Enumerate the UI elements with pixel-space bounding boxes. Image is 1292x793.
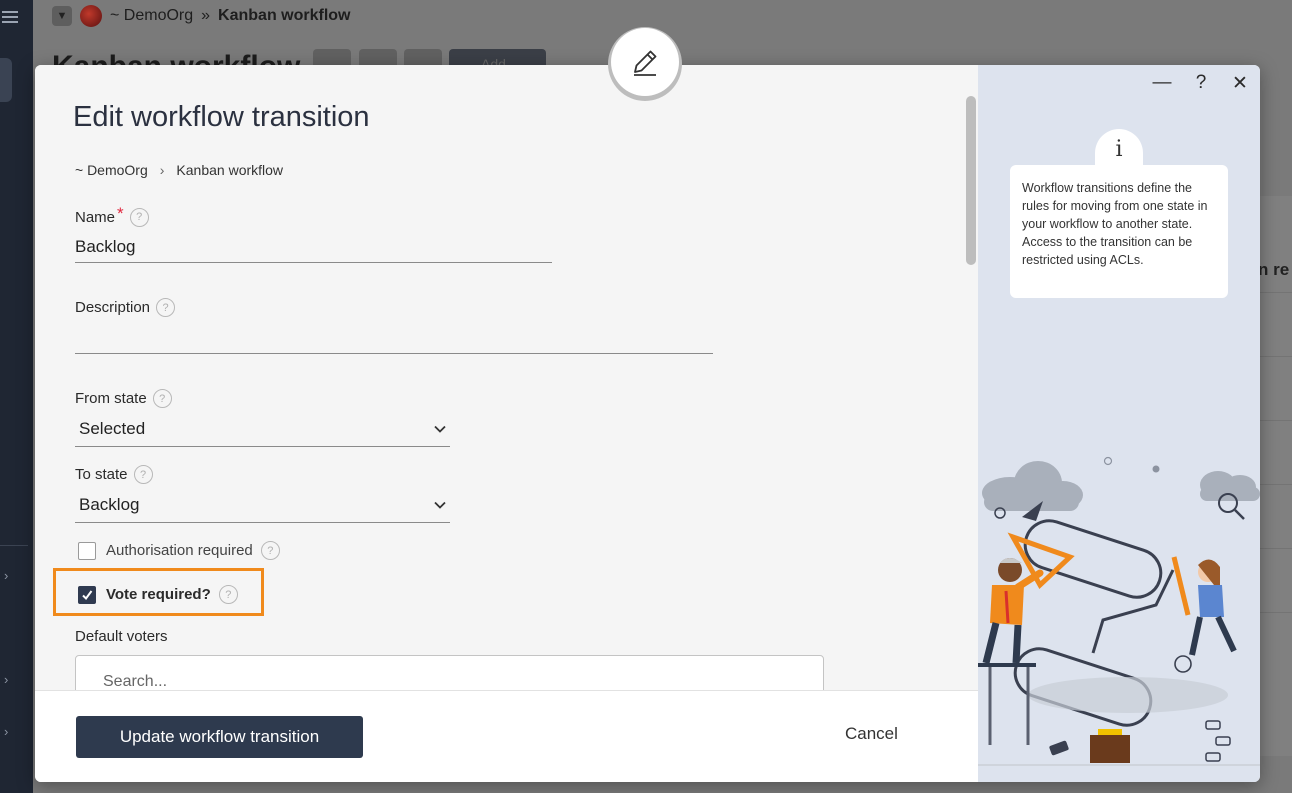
dialog-title: Edit workflow transition bbox=[73, 101, 370, 133]
from-state-value: Selected bbox=[79, 419, 146, 438]
sidebar-active-item[interactable] bbox=[0, 58, 12, 102]
help-icon[interactable]: ? bbox=[156, 298, 176, 317]
chevron-right-icon[interactable]: › bbox=[4, 724, 8, 739]
description-input[interactable] bbox=[75, 323, 713, 354]
workflow-illustration bbox=[978, 456, 1260, 766]
breadcrumb-org[interactable]: ~ DemoOrg bbox=[110, 7, 193, 25]
name-input[interactable] bbox=[75, 232, 552, 263]
help-icon[interactable]: ? bbox=[152, 389, 172, 408]
close-icon[interactable]: ✕ bbox=[1228, 71, 1252, 95]
help-icon[interactable]: ? bbox=[218, 585, 238, 604]
breadcrumb-page[interactable]: Kanban workflow bbox=[176, 162, 283, 178]
cancel-button[interactable]: Cancel bbox=[845, 724, 898, 744]
edit-badge bbox=[611, 28, 679, 96]
from-state-select[interactable]: Selected bbox=[75, 412, 450, 447]
vote-required-checkbox[interactable] bbox=[78, 585, 96, 604]
info-pane: — ? ✕ i Workflow transitions define the … bbox=[978, 65, 1260, 782]
background-text: n re bbox=[1258, 260, 1290, 279]
name-label: Name * ? bbox=[75, 204, 149, 227]
scrollbar-thumb[interactable] bbox=[966, 96, 976, 265]
authorisation-required-label: Authorisation required bbox=[106, 542, 253, 559]
dialog-breadcrumb: ~ DemoOrg › Kanban workflow bbox=[75, 162, 283, 178]
chevron-right-icon[interactable]: › bbox=[4, 568, 8, 583]
info-icon: i bbox=[1095, 129, 1143, 169]
sidebar-divider bbox=[0, 545, 28, 546]
app-breadcrumb: ▼ ~ DemoOrg » Kanban workflow bbox=[52, 4, 351, 28]
menu-icon[interactable] bbox=[2, 8, 18, 23]
dialog-footer: Update workflow transition Cancel bbox=[35, 690, 978, 782]
breadcrumb-separator: › bbox=[159, 162, 165, 178]
help-question-icon[interactable]: ? bbox=[1189, 71, 1213, 95]
pencil-icon bbox=[634, 50, 657, 76]
help-icon[interactable]: ? bbox=[129, 207, 149, 227]
authorisation-required-checkbox[interactable] bbox=[78, 541, 96, 560]
help-icon[interactable]: ? bbox=[133, 465, 153, 484]
breadcrumb-separator: » bbox=[201, 7, 211, 24]
from-state-label: From state ? bbox=[75, 389, 172, 408]
breadcrumb-org[interactable]: ~ DemoOrg bbox=[75, 162, 148, 178]
to-state-select[interactable]: Backlog bbox=[75, 488, 450, 523]
dropdown-chevron-icon[interactable]: ▼ bbox=[52, 6, 72, 26]
info-text: Workflow transitions define the rules fo… bbox=[1010, 165, 1228, 298]
minimize-icon[interactable]: — bbox=[1150, 71, 1174, 95]
vote-required-row: Vote required? ? bbox=[78, 585, 238, 604]
chevron-down-icon bbox=[434, 501, 446, 509]
app-sidebar: › › › bbox=[0, 0, 33, 793]
to-state-value: Backlog bbox=[79, 495, 140, 514]
help-icon[interactable]: ? bbox=[260, 541, 280, 560]
form-pane: Edit workflow transition ~ DemoOrg › Kan… bbox=[35, 65, 978, 690]
authorisation-required-row: Authorisation required ? bbox=[78, 541, 280, 560]
cloud-right bbox=[1200, 471, 1260, 501]
required-marker: * bbox=[117, 204, 124, 223]
description-label: Description ? bbox=[75, 298, 176, 317]
default-voters-search-input[interactable] bbox=[101, 672, 705, 690]
default-voters-label: Default voters bbox=[75, 628, 168, 645]
update-transition-button[interactable]: Update workflow transition bbox=[76, 716, 363, 758]
edit-transition-dialog: Edit workflow transition ~ DemoOrg › Kan… bbox=[35, 65, 1260, 782]
default-voters-search[interactable] bbox=[75, 655, 824, 690]
chevron-down-icon bbox=[434, 425, 446, 433]
to-state-label: To state ? bbox=[75, 465, 153, 484]
breadcrumb-page: Kanban workflow bbox=[218, 7, 351, 24]
cloud-left bbox=[982, 461, 1083, 511]
vote-required-label: Vote required? bbox=[106, 586, 211, 603]
org-logo bbox=[80, 5, 102, 27]
chevron-right-icon[interactable]: › bbox=[4, 672, 8, 687]
checkmark-icon bbox=[82, 589, 93, 600]
